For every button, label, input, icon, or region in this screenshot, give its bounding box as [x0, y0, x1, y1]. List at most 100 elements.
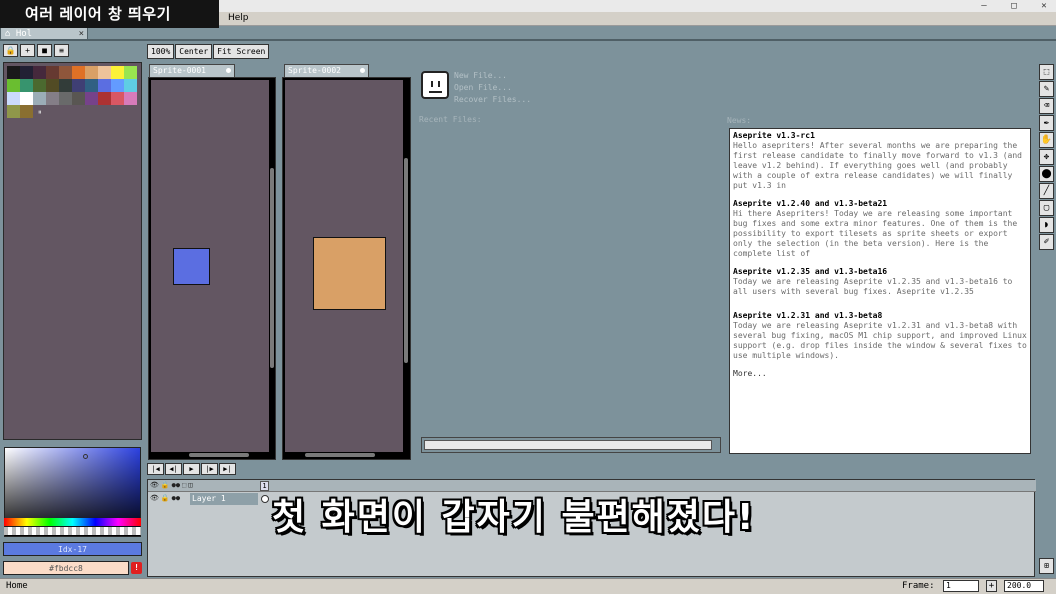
hand-tool-icon[interactable]: ✋ — [1039, 132, 1054, 148]
sprite-editor-2[interactable] — [282, 77, 411, 460]
color-swatch[interactable] — [59, 66, 72, 79]
vertical-scrollbar[interactable] — [270, 168, 274, 368]
vertical-scrollbar[interactable] — [404, 158, 408, 363]
palette-menu-button[interactable]: ≡ — [54, 44, 69, 57]
color-swatch[interactable] — [20, 105, 33, 118]
color-swatch[interactable] — [124, 79, 137, 92]
marquee-tool-icon[interactable]: ⬚ — [1039, 64, 1054, 80]
blur-tool-icon[interactable]: ✐ — [1039, 234, 1054, 250]
color-swatch[interactable] — [20, 92, 33, 105]
timeline-toggle-icon[interactable]: ⊞ — [1039, 558, 1054, 574]
menu-help[interactable]: Help — [228, 13, 249, 23]
prev-frame-button[interactable]: ◀| — [165, 463, 182, 475]
first-frame-button[interactable]: |◀ — [147, 463, 164, 475]
last-frame-button[interactable]: ▶| — [219, 463, 236, 475]
color-swatch[interactable] — [33, 79, 46, 92]
palette-options-button[interactable]: ■ — [37, 44, 52, 57]
continuous-icon[interactable]: ●● — [172, 494, 180, 502]
color-swatch[interactable] — [72, 66, 85, 79]
contour-tool-icon[interactable]: ◗ — [1039, 217, 1054, 233]
canvas-area[interactable] — [151, 80, 269, 452]
news-item[interactable]: Aseprite v1.2.31 and v1.3-beta8 Today we… — [733, 311, 1027, 361]
color-swatch[interactable] — [124, 92, 137, 105]
layer-name[interactable]: Layer 1 — [190, 493, 258, 505]
zoom-input[interactable]: 200.0 — [1004, 580, 1044, 592]
fit-screen-button[interactable]: Fit Screen — [213, 44, 270, 59]
horizontal-scrollbar[interactable] — [189, 453, 249, 457]
spectrum-cursor[interactable] — [83, 454, 88, 459]
color-swatch[interactable] — [46, 66, 59, 79]
add-color-button[interactable]: + — [20, 44, 35, 57]
sprite-editor-1[interactable] — [148, 77, 276, 460]
alpha-slider[interactable] — [4, 527, 141, 535]
color-swatch[interactable] — [7, 66, 20, 79]
close-window-button[interactable]: ✕ — [1038, 0, 1050, 12]
open-file-link[interactable]: Open File... — [454, 82, 531, 94]
color-swatch[interactable] — [98, 92, 111, 105]
tab-sprite-0002[interactable]: Sprite-0002 — [284, 64, 369, 77]
news-title[interactable]: Aseprite v1.2.35 and v1.3-beta16 — [733, 267, 1027, 277]
color-swatch[interactable] — [59, 79, 72, 92]
color-swatch[interactable] — [59, 92, 72, 105]
horizontal-scrollbar[interactable] — [305, 453, 375, 457]
color-swatch[interactable] — [85, 79, 98, 92]
color-swatch[interactable] — [111, 92, 124, 105]
color-swatch[interactable] — [85, 92, 98, 105]
center-button[interactable]: Center — [175, 44, 213, 59]
add-frame-button[interactable]: + — [986, 580, 997, 592]
news-item[interactable]: Aseprite v1.3-rc1 Hello asepriters! Afte… — [733, 131, 1027, 191]
background-color-hex[interactable]: #fbdcc8 — [3, 561, 129, 575]
maximize-button[interactable]: □ — [1008, 0, 1020, 12]
color-swatch[interactable] — [46, 92, 59, 105]
foreground-color-index[interactable]: Idx-17 — [3, 542, 142, 556]
lock-icon[interactable]: 🔒 — [161, 481, 170, 489]
fill-tool-icon[interactable]: ⬤ — [1039, 166, 1054, 182]
color-swatch[interactable] — [98, 66, 111, 79]
frame-header-number[interactable]: 1 — [260, 481, 269, 491]
layer-options-icon[interactable]: ◫ — [188, 481, 192, 489]
pencil-tool-icon[interactable]: ✎ — [1039, 81, 1054, 97]
line-tool-icon[interactable]: ╱ — [1039, 183, 1054, 199]
frame-input[interactable]: 1 — [943, 580, 979, 592]
rectangle-tool-icon[interactable]: ▢ — [1039, 200, 1054, 216]
color-swatch[interactable] — [98, 79, 111, 92]
cel-dot-icon[interactable] — [261, 495, 269, 503]
color-swatch[interactable] — [20, 66, 33, 79]
new-file-link[interactable]: New File... — [454, 70, 531, 82]
news-item[interactable]: Aseprite v1.2.40 and v1.3-beta21 Hi ther… — [733, 199, 1027, 259]
warning-icon[interactable]: ! — [131, 562, 142, 574]
continuous-icon[interactable]: ●● — [172, 481, 180, 489]
tab-sprite-0001[interactable]: Sprite-0001 — [149, 64, 235, 77]
visibility-icon[interactable]: 👁 — [150, 481, 159, 489]
more-news-link[interactable]: More... — [733, 369, 1027, 378]
color-swatch[interactable] — [7, 92, 20, 105]
recover-files-link[interactable]: Recover Files... — [454, 94, 531, 106]
color-swatch[interactable] — [124, 66, 137, 79]
color-swatch[interactable] — [7, 105, 20, 118]
color-swatch[interactable] — [33, 66, 46, 79]
color-swatch[interactable] — [72, 79, 85, 92]
lock-icon[interactable]: 🔒 — [161, 494, 170, 502]
zoom-100-button[interactable]: 100% — [147, 44, 175, 59]
next-frame-button[interactable]: |▶ — [201, 463, 218, 475]
color-swatch[interactable] — [46, 79, 59, 92]
news-title[interactable]: Aseprite v1.3-rc1 — [733, 131, 1027, 141]
play-button[interactable]: ▶ — [183, 463, 200, 475]
color-swatch[interactable] — [7, 79, 20, 92]
color-swatch[interactable] — [85, 66, 98, 79]
visibility-icon[interactable]: 👁 — [150, 494, 159, 502]
eyedropper-tool-icon[interactable]: ✒ — [1039, 115, 1054, 131]
canvas-area[interactable] — [285, 80, 403, 452]
onion-skin-icon[interactable]: ⬚ — [182, 481, 186, 489]
minimize-button[interactable]: — — [978, 0, 990, 12]
move-tool-icon[interactable]: ✥ — [1039, 149, 1054, 165]
color-swatch[interactable] — [111, 66, 124, 79]
news-title[interactable]: Aseprite v1.2.40 and v1.3-beta21 — [733, 199, 1027, 209]
news-title[interactable]: Aseprite v1.2.31 and v1.3-beta8 — [733, 311, 1027, 321]
hue-slider[interactable] — [4, 518, 141, 526]
color-swatch[interactable] — [20, 79, 33, 92]
color-swatch[interactable] — [33, 92, 46, 105]
news-item[interactable]: Aseprite v1.2.35 and v1.3-beta16 Today w… — [733, 267, 1027, 297]
lock-palette-button[interactable]: 🔒 — [3, 44, 18, 57]
color-swatch[interactable] — [72, 92, 85, 105]
